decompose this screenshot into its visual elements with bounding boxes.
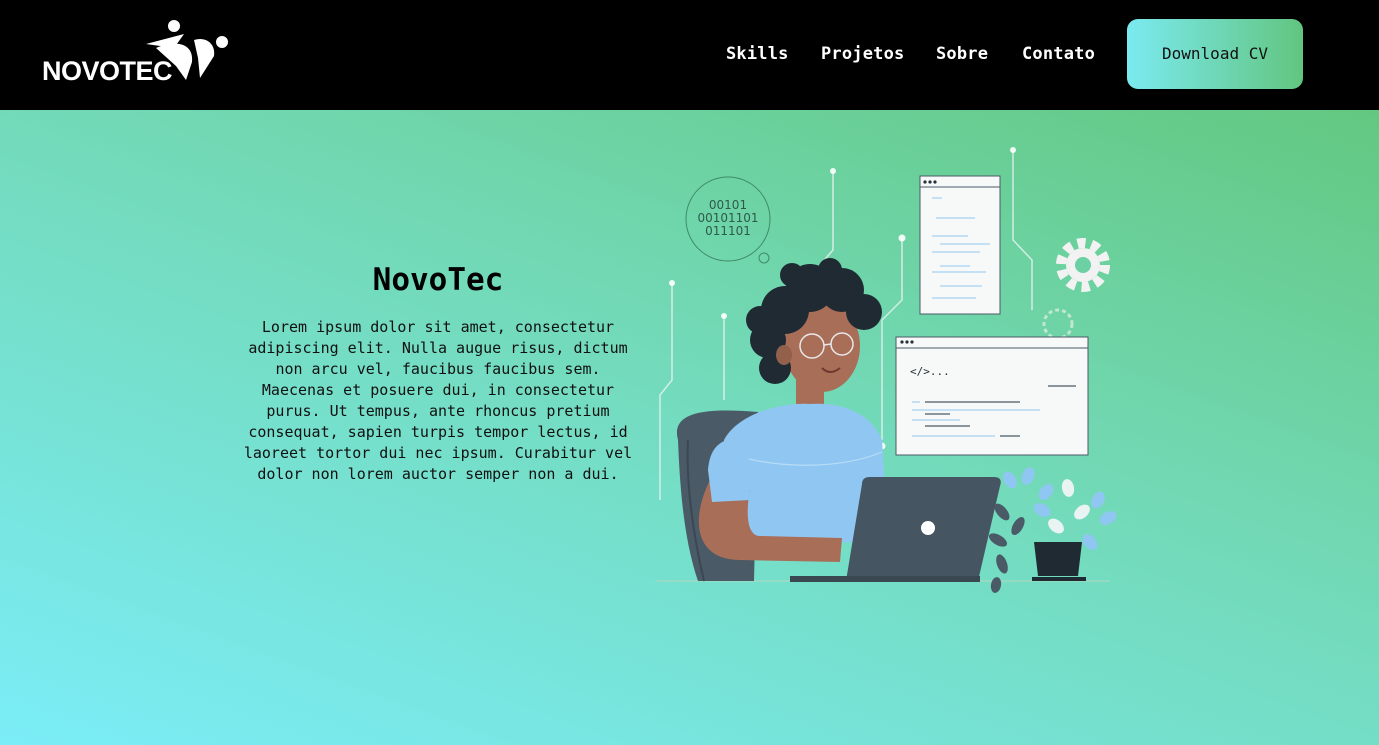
binary-line-3: 011101 <box>705 224 751 238</box>
code-tag-text: </>... <box>910 365 950 378</box>
nav-link-skills[interactable]: Skills <box>726 40 789 68</box>
nav-link-contato[interactable]: Contato <box>1022 40 1095 68</box>
logo-text: NOVOTEC <box>42 56 173 86</box>
code-window-top <box>919 175 1001 315</box>
developer-illustration: 00101 00101101 011101 </>... <box>655 147 1117 593</box>
binary-line-1: 00101 <box>709 198 747 212</box>
plant-icon <box>988 467 1117 593</box>
nav-link-sobre[interactable]: Sobre <box>936 40 988 68</box>
download-cv-button[interactable]: Download CV <box>1127 19 1303 89</box>
nav-link-projetos[interactable]: Projetos <box>821 40 904 68</box>
hero-title: NovoTec <box>372 261 504 298</box>
hero-description: Lorem ipsum dolor sit amet, consectetur … <box>243 318 633 483</box>
logo[interactable]: NOVOTEC <box>40 18 230 90</box>
gear-icon <box>1056 238 1110 292</box>
binary-line-2: 00101101 <box>697 211 758 225</box>
top-navigation-bar: NOVOTEC Skills Projetos Sobre Contato Do… <box>0 0 1379 110</box>
code-window-bottom: </>... <box>895 336 1089 456</box>
